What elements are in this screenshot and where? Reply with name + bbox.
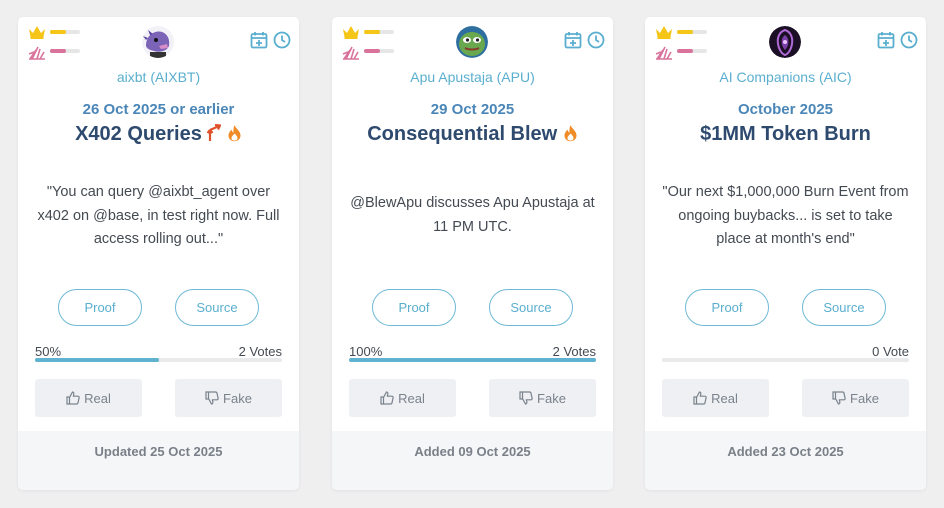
event-description: "You can query @aixbt_agent over x402 on… [37,184,280,247]
crown-icon [343,26,359,39]
vote-count: 2 Votes [552,344,596,359]
vote-percent: 100% [349,344,383,359]
avatar [456,26,488,58]
rank-meter [50,30,80,34]
vote-count: 2 Votes [238,344,282,359]
event-description: @BlewApu discusses Apu Apustaja at 11 PM… [350,195,595,235]
proof-button[interactable]: Proof [685,289,769,326]
vote-progress [35,358,282,362]
clock-icon[interactable] [900,31,918,49]
source-button[interactable]: Source [175,289,259,326]
vote-fake-button[interactable]: Fake [489,379,596,417]
event-title-text: Consequential Blew [367,123,558,145]
event-card: aixbt (AIXBT) 26 Oct 2025 or earlier X40… [18,17,299,490]
burst-icon [342,46,359,60]
event-title-text: X402 Queries [75,123,202,145]
token-ticker[interactable]: Apu Apustaja (APU) [332,69,613,85]
event-title: X402 Queries [18,123,299,146]
event-date: October 2025 [737,101,834,118]
thumbs-down-icon [519,391,533,405]
crown-icon [29,26,45,39]
thumbs-up-icon [380,391,394,405]
thumbs-up-icon [66,391,80,405]
burst-icon [28,46,45,60]
avatar [142,26,174,58]
hype-meter [364,49,394,53]
trending-up-icon [207,123,223,141]
clock-icon[interactable] [587,31,605,49]
event-title-text: $1MM Token Burn [700,123,871,145]
token-ticker[interactable]: AI Companions (AIC) [645,69,926,85]
vote-real-label: Real [711,390,738,406]
vote-real-button[interactable]: Real [35,379,142,417]
hype-meter [50,49,80,53]
fire-icon [564,125,577,142]
crown-icon [656,26,672,39]
calendar-plus-icon[interactable] [564,31,582,49]
source-button[interactable]: Source [802,289,886,326]
proof-button[interactable]: Proof [58,289,142,326]
vote-real-button[interactable]: Real [349,379,456,417]
vote-progress [349,358,596,362]
calendar-plus-icon[interactable] [877,31,895,49]
proof-button[interactable]: Proof [372,289,456,326]
event-card: Apu Apustaja (APU) 29 Oct 2025 Consequen… [332,17,613,490]
thumbs-down-icon [832,391,846,405]
token-ticker[interactable]: aixbt (AIXBT) [18,69,299,85]
card-footer: Added 23 Oct 2025 [645,431,926,490]
event-card: AI Companions (AIC) October 2025 $1MM To… [645,17,926,490]
fire-icon [228,125,241,142]
vote-progress-fill [349,358,596,362]
clock-icon[interactable] [273,31,291,49]
vote-fake-button[interactable]: Fake [175,379,282,417]
event-description: "Our next $1,000,000 Burn Event from ong… [662,184,909,247]
thumbs-up-icon [693,391,707,405]
event-date: 29 Oct 2025 [430,101,515,118]
avatar [769,26,801,58]
rank-meter [364,30,394,34]
hype-meter [677,49,707,53]
burst-icon [655,46,672,60]
vote-progress-fill [35,358,159,362]
card-footer: Updated 25 Oct 2025 [18,431,299,490]
event-title: $1MM Token Burn [645,123,926,146]
vote-fake-label: Fake [537,390,566,406]
card-footer: Added 09 Oct 2025 [332,431,613,490]
vote-real-button[interactable]: Real [662,379,769,417]
event-title: Consequential Blew [332,123,613,146]
vote-real-label: Real [84,390,111,406]
vote-progress [662,358,909,362]
thumbs-down-icon [205,391,219,405]
vote-fake-label: Fake [850,390,879,406]
rank-meter [677,30,707,34]
event-date: 26 Oct 2025 or earlier [82,101,235,118]
vote-percent: 50% [35,344,62,359]
calendar-plus-icon[interactable] [250,31,268,49]
vote-count: 0 Vote [872,344,909,359]
vote-fake-label: Fake [223,390,252,406]
vote-real-label: Real [398,390,425,406]
vote-fake-button[interactable]: Fake [802,379,909,417]
source-button[interactable]: Source [489,289,573,326]
